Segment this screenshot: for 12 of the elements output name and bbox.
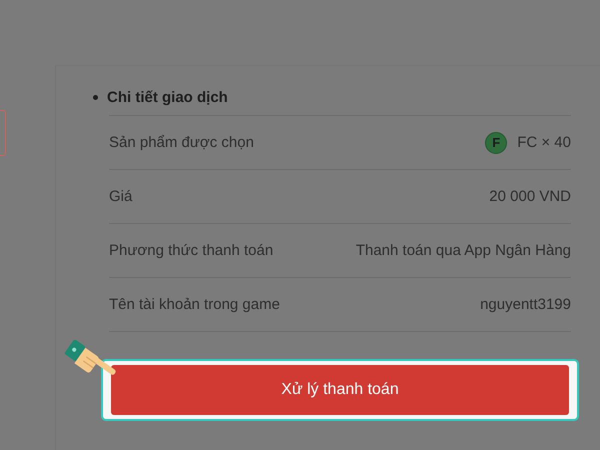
pay-button[interactable]: Xử lý thanh toán — [111, 365, 569, 415]
row-label: Phương thức thanh toán — [109, 242, 274, 259]
section-title: Chi tiết giao dịch — [107, 88, 228, 106]
row-value: FC × 40 — [517, 134, 571, 151]
row-label: Sản phẩm được chọn — [109, 134, 254, 151]
row-label: Giá — [109, 188, 132, 205]
coin-icon: F — [485, 132, 508, 154]
row-value: nguyentt3199 — [480, 296, 571, 313]
row-value: Thanh toán qua App Ngân Hàng — [356, 242, 571, 259]
row-label: Tên tài khoản trong game — [109, 296, 280, 313]
row-value: 20 000 VND — [489, 188, 571, 205]
bullet-icon — [93, 94, 98, 100]
